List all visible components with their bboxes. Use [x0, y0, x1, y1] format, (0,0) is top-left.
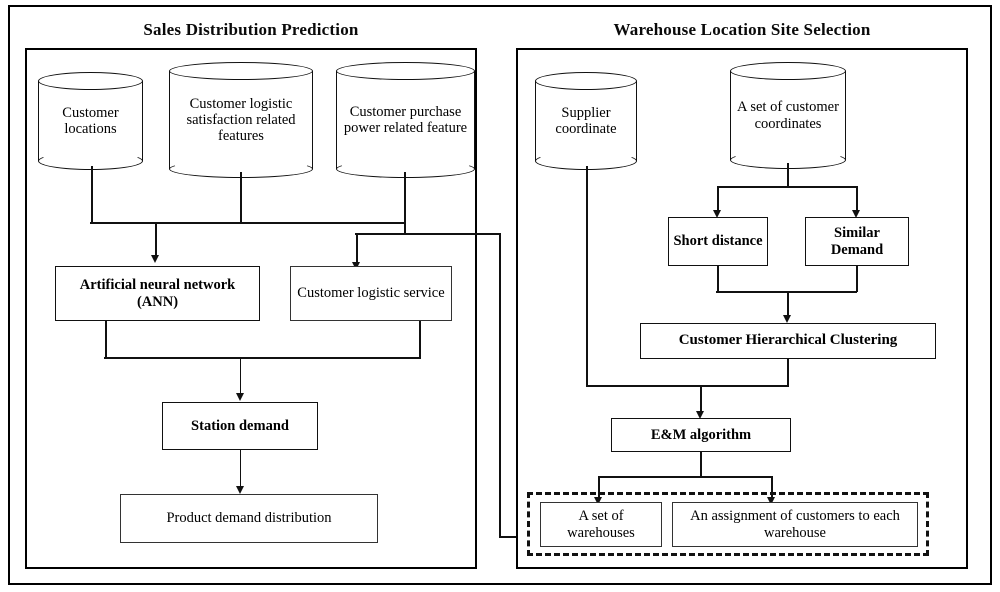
- datastore-label: Customer locations: [62, 104, 119, 137]
- connector-supplier-to-em-merge: [586, 385, 701, 387]
- connector-merge-bus: [104, 357, 421, 359]
- arrowhead-to-ann: [151, 255, 159, 263]
- connector-crosspanel-vertical: [499, 233, 501, 537]
- connector-customer-locations-stem: [91, 166, 93, 224]
- connector-logistic-satisfaction-stem: [240, 172, 242, 224]
- process-customer-logistic-service: Customer logistic service: [290, 266, 452, 321]
- connector-em-fork-bus: [598, 476, 772, 478]
- connector-bus-to-ann: [155, 222, 157, 257]
- connector-down-to-logistic-service: [356, 233, 358, 264]
- arrowhead-to-station-demand: [236, 393, 244, 401]
- connector-sources-bus: [90, 222, 406, 224]
- datastore-label: Customer purchase power related feature: [343, 103, 468, 136]
- connector-fork-right-down: [856, 186, 858, 212]
- connector-short-distance-down: [717, 266, 719, 292]
- connector-clustering-down: [787, 359, 789, 386]
- connector-supplier-coordinate-rail: [586, 166, 588, 386]
- process-similar-demand: Similar Demand: [805, 217, 909, 266]
- output-set-of-warehouses: A set of warehouses: [540, 502, 662, 547]
- panel-title-warehouse-location-site-selection: Warehouse Location Site Selection: [613, 20, 871, 39]
- datastore-label: Supplier coordinate: [555, 104, 617, 137]
- process-em-algorithm: E&M algorithm: [611, 418, 791, 452]
- datastore-customer-locations: Customer locations: [38, 72, 143, 170]
- panel-title-sales-distribution-prediction: Sales Distribution Prediction: [143, 20, 359, 39]
- connector-merge-to-clustering: [787, 291, 789, 317]
- process-artificial-neural-network: Artificial neural network (ANN): [55, 266, 260, 321]
- process-station-demand: Station demand: [162, 402, 318, 450]
- connector-merge-to-em: [700, 385, 702, 413]
- output-assignment-of-customers: An assignment of customers to each wareh…: [672, 502, 918, 547]
- process-product-demand-distribution: Product demand distribution: [120, 494, 378, 543]
- datastore-supplier-coordinate: Supplier coordinate: [535, 72, 637, 170]
- connector-fork-left-down: [717, 186, 719, 212]
- arrowhead-to-clustering: [783, 315, 791, 323]
- datastore-label: Customer logistic satisfaction related f…: [186, 95, 296, 145]
- process-short-distance: Short distance: [668, 217, 768, 266]
- datastore-label: A set of customer coordinates: [737, 99, 839, 132]
- connector-station-to-product-demand: [240, 450, 241, 488]
- connector-similar-demand-down: [856, 266, 858, 292]
- flowchart-figure: Sales Distribution Prediction Customer l…: [0, 0, 1000, 592]
- connector-merge-to-station-demand: [240, 357, 241, 395]
- datastore-customer-purchase-power: Customer purchase power related feature: [336, 62, 475, 178]
- datastore-customer-coordinates: A set of customer coordinates: [730, 62, 846, 169]
- connector-ann-down: [105, 321, 107, 358]
- connector-purchase-power-stem: [404, 172, 406, 224]
- connector-clustering-to-em-merge: [699, 385, 789, 387]
- process-customer-hierarchical-clustering: Customer Hierarchical Clustering: [640, 323, 936, 359]
- datastore-customer-logistic-satisfaction: Customer logistic satisfaction related f…: [169, 62, 313, 178]
- connector-logistic-service-down: [419, 321, 421, 358]
- connector-branch-to-logistic-service: [355, 233, 501, 235]
- connector-em-down: [700, 452, 702, 477]
- arrowhead-to-product-demand: [236, 486, 244, 494]
- connector-coordinates-fork-bus: [717, 186, 858, 188]
